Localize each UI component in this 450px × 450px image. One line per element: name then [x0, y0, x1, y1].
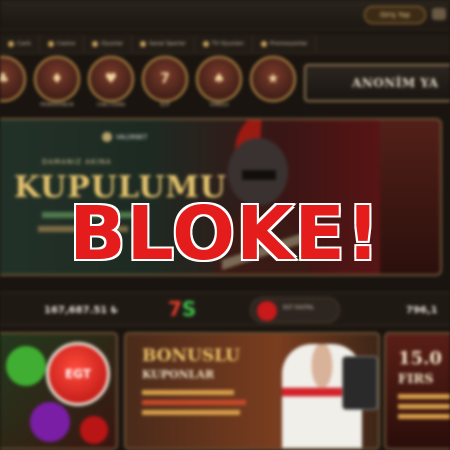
category-label: PROMOSYONLAR: [40, 102, 74, 107]
promo-line: [398, 404, 450, 409]
category-icon: ♣: [0, 71, 10, 87]
nav-item-label: Promosyonlar: [269, 40, 308, 47]
tv-icon: [202, 40, 209, 47]
top-bar: Giriş Yap: [0, 0, 450, 30]
hero-kicker: DAMANIZ AKINA: [42, 158, 112, 166]
virtual-icon: [139, 40, 146, 47]
promo-line: [142, 410, 240, 415]
main-nav: Canlı Casino Oyunlar Sanal Sporlar TV Oy…: [0, 33, 450, 54]
anonymous-banner[interactable]: ANONİM YA: [304, 64, 450, 102]
promo-title: 15.0: [398, 348, 442, 369]
promo-line: [398, 394, 450, 399]
promo-line: [142, 390, 234, 395]
slot-badge-icon: [80, 416, 108, 444]
category-icon: ♥: [104, 71, 118, 87]
brand-logo-icon: [102, 132, 112, 142]
promo-line: [398, 414, 450, 419]
category-item[interactable]: ♠ TOMBALA: [196, 56, 242, 107]
category-label: TOMBALA: [209, 102, 229, 107]
nav-item-label: Sanal Sporlar: [148, 40, 186, 47]
blocked-overlay: BLOKE!: [0, 190, 450, 279]
category-item[interactable]: ♣: [0, 56, 26, 102]
menu-icon[interactable]: [432, 8, 446, 20]
jackpot-strip: 167,687.51 ₺ 7S EGT DIGITAL 796,1: [0, 292, 450, 326]
category-item[interactable]: ♦ PROMOSYONLAR: [34, 56, 80, 107]
category-icon: ♠: [212, 71, 226, 87]
jackpot-amount-right: 796,1: [406, 305, 438, 316]
promo-card-egt[interactable]: EGT: [0, 332, 118, 450]
category-item[interactable]: 7 SLOT: [142, 56, 188, 107]
promo-card-bonus-coupons[interactable]: BONUSLU KUPONLAR: [124, 332, 380, 450]
category-icon: ♦: [50, 71, 64, 87]
phone-image: [342, 356, 378, 410]
nav-item-label: Canlı: [17, 40, 31, 47]
category-label: CANLI CASINO: [96, 102, 126, 107]
category-carousel: ♣ ♦ PROMOSYONLAR ♥ CANLI CASINO 7 SLOT ♠ TOM…: [0, 56, 296, 108]
lucky-777-logo: 7S: [168, 297, 197, 321]
games-icon: [92, 40, 99, 47]
promo-card-firsat[interactable]: 15.0 FIRS: [384, 332, 450, 450]
promo-subtitle: FIRS: [398, 372, 434, 387]
category-icon: 7: [160, 71, 170, 87]
login-button[interactable]: Giriş Yap: [364, 6, 426, 24]
egt-logo-icon: [257, 301, 277, 321]
jackpot-amount-left: 167,687.51 ₺: [44, 305, 118, 316]
category-item[interactable]: ♥ CANLI CASINO: [88, 56, 134, 107]
blocked-text: BLOKE!: [68, 190, 381, 279]
promo-subtitle: KUPONLAR: [142, 368, 215, 381]
egt-logo: EGT: [46, 342, 110, 406]
provider-name: EGT DIGITAL: [283, 305, 315, 311]
clover-icon: [6, 346, 46, 386]
provider-pill[interactable]: EGT DIGITAL: [250, 297, 340, 323]
nav-item-label: Oyunlar: [101, 40, 123, 47]
category-label: SLOT: [159, 102, 171, 107]
hero-brand: VALORBET: [102, 132, 147, 142]
nav-item-promotions[interactable]: Promosyonlar: [253, 33, 317, 54]
promo-title: BONUSLU: [142, 346, 240, 366]
category-item[interactable]: ★: [250, 56, 296, 102]
nav-item-games[interactable]: Oyunlar: [84, 33, 132, 54]
cherry-icon: [30, 402, 70, 442]
promo-line: [142, 400, 246, 405]
nav-item-label: Casino: [56, 40, 76, 47]
nav-item-label: TV Oyunları: [211, 40, 244, 47]
casino-icon: [47, 40, 54, 47]
nav-item-tv[interactable]: TV Oyunları: [195, 33, 253, 54]
nav-item-live[interactable]: Canlı: [0, 33, 40, 54]
nav-item-casino[interactable]: Casino: [40, 33, 85, 54]
brand-name: VALORBET: [116, 133, 148, 141]
gift-icon: [260, 40, 267, 47]
category-icon: ★: [266, 71, 280, 87]
live-icon: [8, 40, 14, 47]
nav-item-virtual[interactable]: Sanal Sporlar: [132, 33, 195, 54]
